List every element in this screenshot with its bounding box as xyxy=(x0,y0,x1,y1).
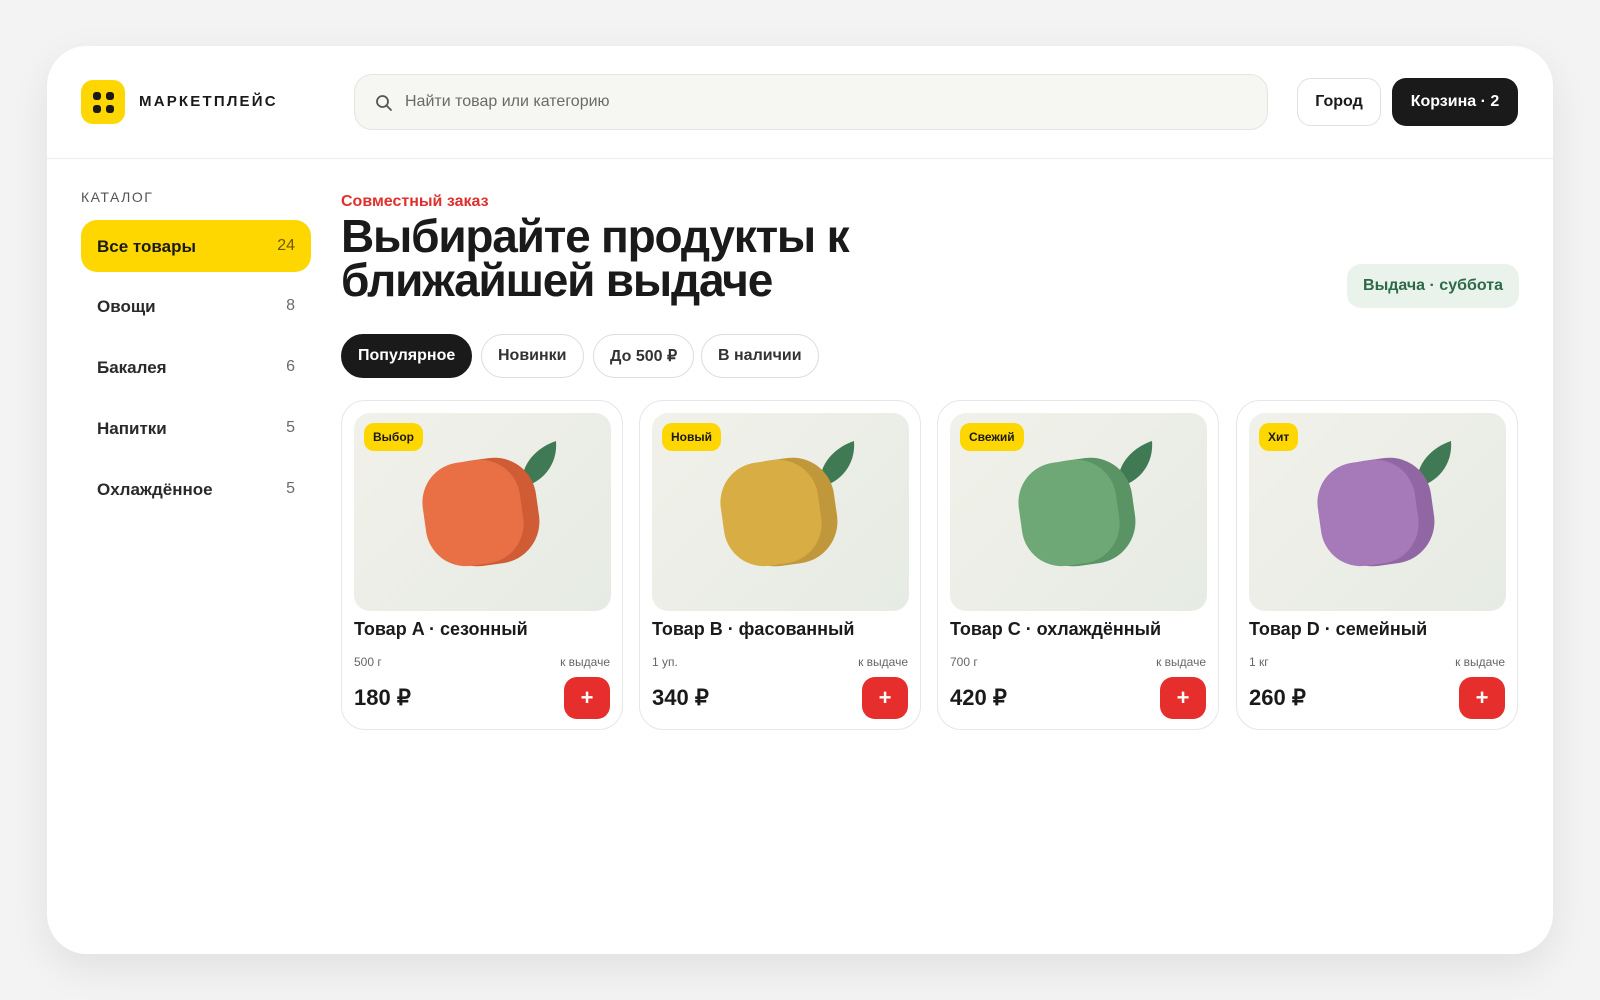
product-image: Новый xyxy=(652,413,909,611)
filter-chip-popular[interactable]: Популярное xyxy=(341,334,473,378)
sidebar-item-chilled[interactable]: Охлаждённое 5 xyxy=(81,463,311,515)
sidebar-item-count: 24 xyxy=(277,237,295,254)
pickup-badge: Выдача · суббота xyxy=(1347,264,1519,308)
filter-chip-new[interactable]: Новинки xyxy=(481,334,584,378)
product-badge: Свежий xyxy=(960,423,1024,451)
add-to-cart-button[interactable]: + xyxy=(1160,677,1206,719)
brand-name: МАРКЕТПЛЕЙС xyxy=(139,93,278,110)
product-unit: 1 уп. xyxy=(652,655,678,669)
sidebar-item-grocery[interactable]: Бакалея 6 xyxy=(81,341,311,393)
product-image: Выбор xyxy=(354,413,611,611)
product-image: Свежий xyxy=(950,413,1207,611)
app-window: МАРКЕТПЛЕЙС Город Корзина · 2 КАТАЛОГ Вс… xyxy=(47,46,1553,954)
sidebar-item-vegetables[interactable]: Овощи 8 xyxy=(81,280,311,332)
product-unit: 500 г xyxy=(354,655,382,669)
add-to-cart-button[interactable]: + xyxy=(862,677,908,719)
product-price: 180 ₽ xyxy=(354,685,411,710)
filter-chip-in-stock[interactable]: В наличии xyxy=(701,334,819,378)
product-price: 260 ₽ xyxy=(1249,685,1306,710)
product-availability: к выдаче xyxy=(1156,655,1206,669)
page-title: Выбирайте продукты к ближайшей выдаче xyxy=(341,210,850,306)
filter-chip-under-500[interactable]: До 500 ₽ xyxy=(593,334,695,378)
product-unit: 1 кг xyxy=(1249,655,1269,669)
sidebar-item-count: 8 xyxy=(286,297,295,314)
city-button[interactable]: Город xyxy=(1297,78,1381,126)
product-card[interactable]: Свежий Товар C · охлаждённый 700 г к выд… xyxy=(937,400,1219,730)
sidebar-item-label: Охлаждённое xyxy=(97,480,213,499)
sidebar-item-label: Бакалея xyxy=(97,358,167,377)
add-to-cart-button[interactable]: + xyxy=(564,677,610,719)
product-availability: к выдаче xyxy=(858,655,908,669)
cart-button[interactable]: Корзина · 2 xyxy=(1392,78,1518,126)
product-name[interactable]: Товар D · семейный xyxy=(1249,619,1427,640)
sidebar-item-count: 5 xyxy=(286,419,295,436)
logo-icon[interactable] xyxy=(81,80,125,124)
product-badge: Новый xyxy=(662,423,721,451)
product-card[interactable]: Новый Товар B · фасованный 1 уп. к выдач… xyxy=(639,400,921,730)
product-availability: к выдаче xyxy=(560,655,610,669)
sidebar-item-count: 6 xyxy=(286,358,295,375)
sidebar-item-label: Овощи xyxy=(97,297,156,316)
search-input[interactable] xyxy=(405,75,1245,129)
catalog-title: КАТАЛОГ xyxy=(81,189,154,205)
add-to-cart-button[interactable]: + xyxy=(1459,677,1505,719)
product-price: 420 ₽ xyxy=(950,685,1007,710)
header: МАРКЕТПЛЕЙС Город Корзина · 2 xyxy=(47,46,1553,159)
product-badge: Выбор xyxy=(364,423,423,451)
product-name[interactable]: Товар C · охлаждённый xyxy=(950,619,1161,640)
product-name[interactable]: Товар B · фасованный xyxy=(652,619,854,640)
product-unit: 700 г xyxy=(950,655,978,669)
product-name[interactable]: Товар A · сезонный xyxy=(354,619,528,640)
product-availability: к выдаче xyxy=(1455,655,1505,669)
product-image: Хит xyxy=(1249,413,1506,611)
product-card[interactable]: Хит Товар D · семейный 1 кг к выдаче 260… xyxy=(1236,400,1518,730)
sidebar-item-count: 5 xyxy=(286,480,295,497)
search-icon xyxy=(376,95,392,111)
search-bar[interactable] xyxy=(354,74,1268,130)
sidebar-item-label: Все товары xyxy=(97,237,196,256)
product-card[interactable]: Выбор Товар A · сезонный 500 г к выдаче … xyxy=(341,400,623,730)
sidebar-item-all[interactable]: Все товары 24 xyxy=(81,220,311,272)
product-price: 340 ₽ xyxy=(652,685,709,710)
sidebar-item-drinks[interactable]: Напитки 5 xyxy=(81,402,311,454)
product-badge: Хит xyxy=(1259,423,1299,451)
section-eyebrow: Совместный заказ xyxy=(341,193,489,210)
sidebar-item-label: Напитки xyxy=(97,419,167,438)
